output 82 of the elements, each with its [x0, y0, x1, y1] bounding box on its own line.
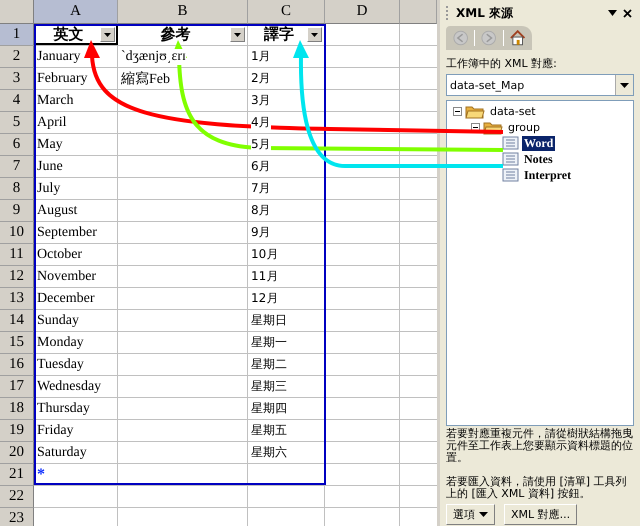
cell-text: April — [37, 114, 67, 130]
filter-dropdown-button[interactable] — [307, 27, 322, 42]
row-header[interactable]: 8 — [0, 178, 34, 200]
collapse-icon[interactable] — [471, 122, 480, 132]
filter-dropdown-button[interactable] — [230, 27, 245, 42]
column-header[interactable]: A — [34, 0, 118, 24]
cell-text: 5月 — [251, 136, 271, 153]
element-icon — [501, 152, 519, 166]
column-title: 英文 — [52, 25, 84, 44]
cell-text: 4月 — [251, 114, 271, 131]
row-header[interactable]: 15 — [0, 332, 34, 354]
row-header[interactable]: 1 — [0, 24, 34, 46]
caret-icon — [620, 82, 629, 88]
tree-item[interactable]: Interpret — [522, 168, 574, 182]
filter-dropdown-button[interactable] — [100, 27, 115, 42]
cell-text: August — [37, 202, 78, 218]
cell-text: Monday — [37, 334, 84, 350]
cell-text: Tuesday — [37, 356, 84, 372]
column-header[interactable]: D — [325, 0, 400, 24]
caret-icon — [479, 512, 488, 517]
row-header[interactable]: 12 — [0, 266, 34, 288]
row-header[interactable]: 18 — [0, 398, 34, 420]
select-all-corner[interactable] — [0, 0, 34, 24]
close-icon[interactable] — [623, 8, 632, 18]
help-text: 若要匯入資料，請使用 [清單] 工具列上的 [匯入 XML 資料] 按鈕。 — [446, 476, 628, 500]
column-header[interactable] — [400, 0, 437, 24]
caret-icon — [311, 32, 318, 36]
row-header[interactable]: 13 — [0, 288, 34, 310]
cell-text: January — [37, 48, 81, 64]
row-header[interactable]: 21 — [0, 464, 34, 486]
help-text: 若要對應重複元件，請從樹狀結構拖曳元件至工作表上您要顯示資料標題的位置。 — [446, 428, 634, 464]
tree-item[interactable]: Notes — [522, 152, 555, 166]
row-header[interactable]: 3 — [0, 68, 34, 90]
tree-item[interactable]: Word — [522, 136, 556, 150]
column-header[interactable]: C — [248, 0, 325, 24]
row-header[interactable]: 17 — [0, 376, 34, 398]
row-header[interactable]: 2 — [0, 46, 34, 68]
row-header[interactable]: 5 — [0, 112, 34, 134]
row-header[interactable]: 23 — [0, 508, 34, 526]
row-header[interactable]: 20 — [0, 442, 34, 464]
cell-text: 縮寫Feb — [121, 70, 170, 88]
xml-maps-label: 工作簿中的 XML 對應: — [446, 56, 558, 71]
cell-text: ˋdʒænjʊ͵ɛrɪ — [121, 48, 186, 64]
dropdown-icon[interactable] — [608, 10, 617, 16]
cell-text: September — [37, 224, 97, 240]
xml-map-select[interactable]: data-set_Map — [446, 74, 634, 96]
grip-handle[interactable] — [446, 6, 450, 20]
cell-text: May — [37, 136, 63, 152]
row-header[interactable]: 10 — [0, 222, 34, 244]
column-title: 譯字 — [262, 25, 295, 44]
panel-title: XML 來源 — [456, 4, 514, 22]
element-icon — [501, 168, 519, 182]
cell-text: Friday — [37, 422, 74, 438]
cell-text: Sunday — [37, 312, 79, 328]
cell-text: February — [37, 70, 88, 86]
xml-maps-button[interactable]: XML 對應... — [504, 504, 578, 525]
caret-icon — [234, 32, 241, 36]
cell-text: July — [37, 180, 60, 196]
cell-text: 星期六 — [251, 444, 287, 461]
row-header[interactable]: 9 — [0, 200, 34, 222]
folder-icon — [465, 104, 485, 118]
tree-item[interactable]: group — [506, 120, 542, 134]
cell-text: Thursday — [37, 400, 90, 416]
element-icon — [501, 136, 519, 150]
tree-item[interactable]: data-set — [488, 104, 538, 118]
row-header[interactable]: 19 — [0, 420, 34, 442]
row-header[interactable]: 6 — [0, 134, 34, 156]
row-header[interactable]: 11 — [0, 244, 34, 266]
row-header[interactable]: 7 — [0, 156, 34, 178]
column-header[interactable]: B — [118, 0, 248, 24]
home-icon[interactable] — [508, 29, 526, 47]
caret-icon — [104, 32, 111, 36]
collapse-icon[interactable] — [453, 106, 462, 116]
insert-row-marker: * — [37, 466, 45, 484]
row-header[interactable]: 14 — [0, 310, 34, 332]
row-header[interactable]: 22 — [0, 486, 34, 508]
options-button[interactable]: 選項 — [446, 504, 495, 525]
row-header[interactable]: 4 — [0, 90, 34, 112]
cell-text: Wednesday — [37, 378, 102, 394]
column-title: 參考 — [160, 25, 192, 44]
cell-text: Saturday — [37, 444, 87, 460]
row-header[interactable]: 16 — [0, 354, 34, 376]
